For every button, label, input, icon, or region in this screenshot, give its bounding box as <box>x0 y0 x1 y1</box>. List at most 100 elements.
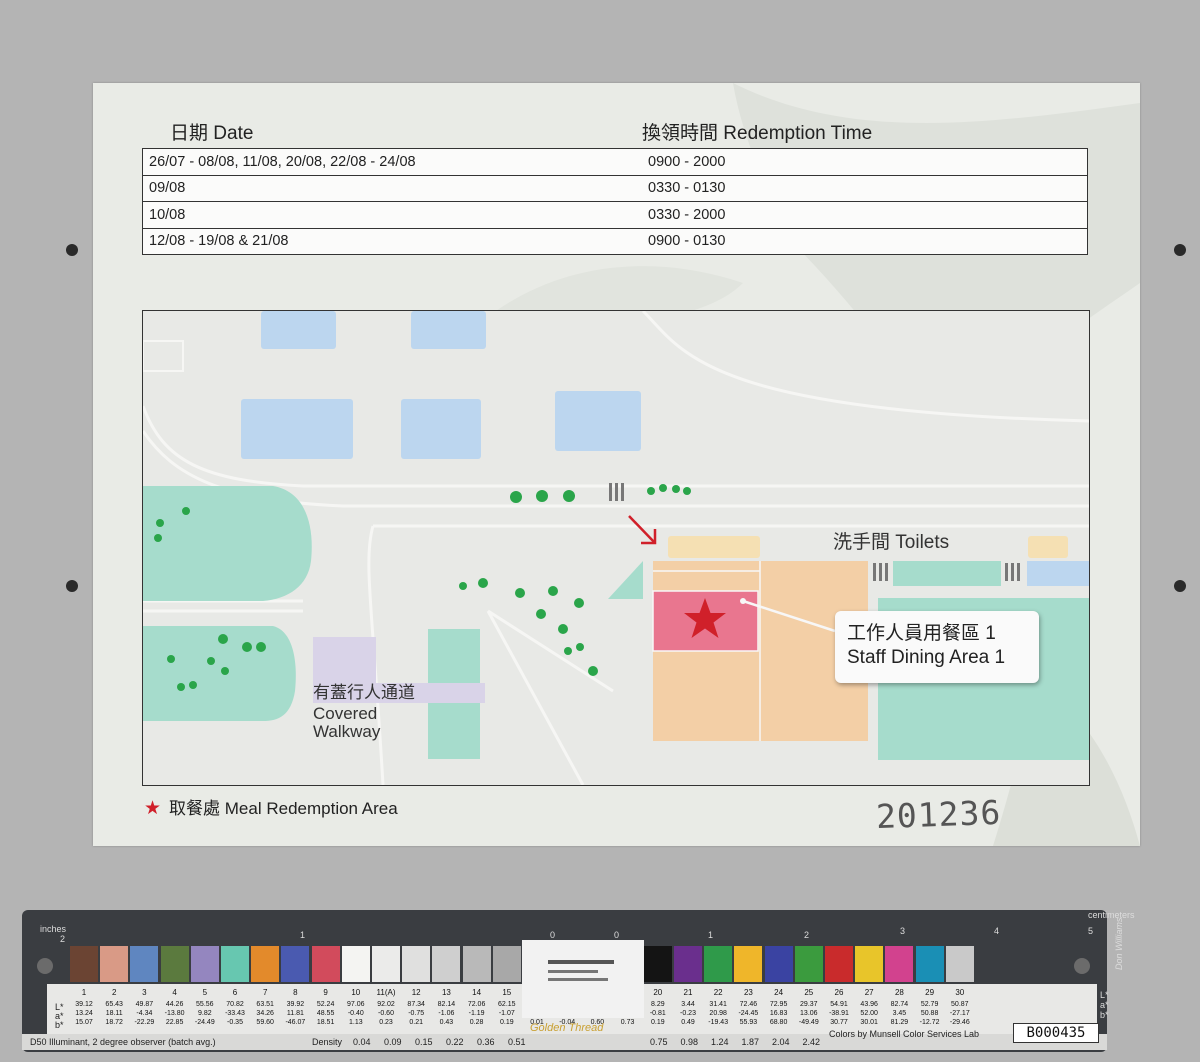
patch-lab-value: -0.16 <box>529 1010 545 1017</box>
patch-lab-value: 52.00 <box>860 1010 878 1017</box>
patch-lab-value: 15.07 <box>75 1019 93 1026</box>
color-patch <box>643 946 672 982</box>
patch-number: 3 <box>142 988 147 997</box>
patch-lab-value: -0.60 <box>378 1010 394 1017</box>
patch-number: 29 <box>925 988 935 997</box>
patch-lab-value: 70.82 <box>226 1001 244 1008</box>
patch-lab-value: 0.54 <box>590 1010 605 1017</box>
color-patch <box>734 946 763 982</box>
patch-lab-value: -1.06 <box>438 1010 455 1017</box>
color-patch <box>674 946 702 982</box>
color-patch <box>583 946 612 982</box>
patch-lab-value: -19.43 <box>708 1019 729 1026</box>
patch-lab-value: 20.98 <box>709 1010 727 1017</box>
staff-dining-callout: 工作人員用餐區 1 Staff Dining Area 1 <box>835 611 1039 683</box>
patch-lab-value: 18.19 <box>618 1001 637 1008</box>
patch-lab-value: 97.06 <box>347 1001 365 1008</box>
road-line <box>641 311 1089 423</box>
time-cell: 0330 - 2000 <box>642 201 1088 228</box>
patch-number: 16(M) <box>526 988 548 997</box>
density-value: 0.22 <box>446 1037 464 1047</box>
patch-number: 14 <box>472 988 482 997</box>
punch-hole <box>1174 580 1186 592</box>
patch-number: 9 <box>323 988 328 997</box>
walkway-label-en-line1: Covered <box>313 704 378 723</box>
arrow-icon <box>628 515 657 545</box>
patch-lab-value: 0.73 <box>620 1019 635 1026</box>
patch-number: 15 <box>502 988 512 997</box>
color-patch <box>100 946 129 982</box>
color-patch <box>341 946 370 982</box>
patch-lab-value: 34.26 <box>256 1010 274 1017</box>
patch-lab-value: 30.01 <box>860 1019 878 1026</box>
color-patch <box>311 946 340 982</box>
color-patch <box>160 946 189 982</box>
color-patch <box>855 946 884 982</box>
density-value: 0.15 <box>415 1037 433 1047</box>
patch-lab-value: 18.72 <box>105 1019 123 1026</box>
patch-number: 12 <box>411 988 421 997</box>
table-row: 12/08 - 19/08 & 21/08 0900 - 0130 <box>142 227 1088 255</box>
building <box>1027 561 1089 586</box>
handwritten-number: 201236 <box>875 792 1002 837</box>
building <box>261 311 336 349</box>
patch-lab-value: 3.45 <box>892 1010 907 1017</box>
patch-lab-value: 0.19 <box>499 1019 514 1026</box>
centimeters-label: centimeters <box>1088 910 1135 920</box>
patch-number: 17 <box>562 988 572 997</box>
density-value: 0.09 <box>384 1037 402 1047</box>
patch-lab-value: 18.51 <box>316 1019 335 1026</box>
patch-lab-value: 48.55 <box>316 1010 335 1017</box>
patch-lab-value: -38.91 <box>829 1010 849 1017</box>
patch-lab-value: 29.37 <box>800 1001 818 1008</box>
redemption-time-column-header: 換領時間 Redemption Time <box>642 123 873 144</box>
color-patch <box>553 946 582 982</box>
patch-number: 25 <box>804 988 814 997</box>
cm-tick: 4 <box>994 926 1000 936</box>
patch-lab-value: -1.19 <box>468 1010 485 1017</box>
patch-lab-value: -29.46 <box>949 1019 970 1026</box>
patch-lab-value: -22.29 <box>134 1019 155 1026</box>
time-cell: 0900 - 0130 <box>642 227 1088 255</box>
color-patch <box>794 946 823 982</box>
dining-label-en: Staff Dining Area 1 <box>847 647 1006 668</box>
patch-lab-value: 50.88 <box>920 1010 939 1017</box>
cm-tick: 3 <box>900 926 906 936</box>
patch-lab-value: -0.40 <box>347 1010 364 1017</box>
patch-lab-value: -33.43 <box>225 1010 245 1017</box>
patch-lab-value: -0.81 <box>649 1010 666 1017</box>
patch-number: 21 <box>683 988 693 997</box>
patch-lab-value: -13.80 <box>164 1010 185 1017</box>
color-patch <box>523 946 551 982</box>
patch-lab-value: -12.72 <box>919 1019 940 1026</box>
color-patch <box>372 946 400 982</box>
walkway-label-en-line2: Walkway <box>313 722 381 741</box>
color-patch <box>945 946 974 982</box>
patch-lab-value: 68.80 <box>769 1019 788 1026</box>
patch-lab-value: -49.49 <box>798 1019 819 1026</box>
color-patch <box>764 946 793 982</box>
patch-lab-value: -24.49 <box>194 1019 215 1026</box>
patch-lab-value: 72.95 <box>769 1001 788 1008</box>
date-cell: 10/08 <box>142 201 642 228</box>
patch-lab-value: 54.91 <box>830 1001 848 1008</box>
date-cell: 26/07 - 08/08, 11/08, 20/08, 22/08 - 24/… <box>149 153 416 170</box>
patch-lab-value: 55.56 <box>196 1001 214 1008</box>
patch-lab-value: 39.92 <box>286 1001 305 1008</box>
site-map: 洗手間 Toilets 有蓋行人通道 Covered Walkway 工作人員用… <box>142 310 1090 786</box>
patch-lab-value: 0.19 <box>650 1019 665 1026</box>
cm-tick: 2 <box>804 930 810 940</box>
patch-number: 18(B) <box>587 988 608 997</box>
patch-lab-value: 13.24 <box>75 1010 93 1017</box>
green-area <box>608 561 643 599</box>
patch-number: 8 <box>293 988 298 997</box>
green-area <box>893 561 1001 586</box>
building <box>241 399 353 459</box>
patch-number: 26 <box>834 988 844 997</box>
patch-lab-value: -27.17 <box>949 1010 970 1017</box>
inch-tick: 2 <box>60 934 66 944</box>
road-line <box>143 599 303 613</box>
density-value: 0.04 <box>353 1037 371 1047</box>
color-patch <box>915 946 944 982</box>
time-cell: 0330 - 0130 <box>642 174 1088 202</box>
